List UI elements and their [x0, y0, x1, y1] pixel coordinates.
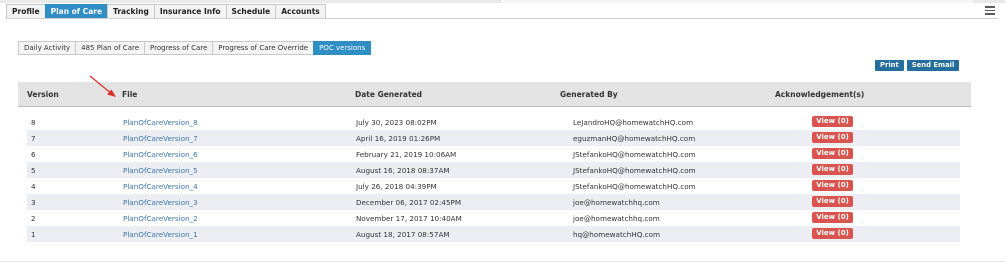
generated-by-cell: LeJandroHQ@homewatchHQ.com [573, 118, 694, 127]
file-link[interactable]: PlanOfCareVersion_5 [123, 166, 198, 175]
file-link[interactable]: PlanOfCareVersion_7 [123, 134, 198, 143]
version-cell: 2 [31, 214, 36, 223]
date-generated-cell: February 21, 2019 10:06AM [356, 150, 457, 159]
table-row: 7 PlanOfCareVersion_7 April 16, 2019 01:26… [27, 130, 960, 146]
view-acknowledgements-button[interactable]: View (0) [812, 164, 853, 175]
header-file: File [122, 90, 138, 99]
version-cell: 7 [31, 134, 36, 143]
table-header: Version File Date Generated Generated By… [18, 82, 971, 107]
generated-by-cell: joe@homewatchhq.com [573, 198, 660, 207]
table-row: 5 PlanOfCareVersion_5 August 16, 2018 08:3… [27, 162, 960, 178]
hamburger-menu-icon[interactable] [985, 6, 995, 15]
version-cell: 8 [31, 118, 36, 127]
table-row: 2 PlanOfCareVersion_2 November 17, 2017 10… [27, 210, 960, 226]
tab-profile[interactable]: Profile [6, 4, 45, 19]
generated-by-cell: joe@homewatchhq.com [573, 214, 660, 223]
file-link[interactable]: PlanOfCareVersion_2 [123, 214, 198, 223]
table-body: 8 PlanOfCareVersion_8 July 30, 2023 08:02P… [27, 114, 960, 242]
view-acknowledgements-button[interactable]: View (0) [812, 228, 853, 239]
date-generated-cell: August 18, 2017 08:57AM [356, 230, 450, 239]
generated-by-cell: eguzmanHQ@homewatchHQ.com [573, 134, 696, 143]
version-cell: 4 [31, 182, 36, 191]
version-cell: 5 [31, 166, 36, 175]
poc-versions-table: Version File Date Generated Generated By… [18, 82, 971, 242]
main-tabs: Profile Plan of Care Tracking Insurance … [6, 4, 326, 19]
table-row: 4 PlanOfCareVersion_4 July 26, 2018 04:39P… [27, 178, 960, 194]
subtab-poc-versions[interactable]: POC versions [313, 41, 372, 55]
bottom-divider [0, 261, 1005, 262]
tab-insurance-info[interactable]: Insurance Info [153, 4, 226, 19]
sub-tabs: Daily Activity 485 Plan of Care Progress… [18, 41, 372, 55]
date-generated-cell: July 26, 2018 04:39PM [356, 182, 437, 191]
file-link[interactable]: PlanOfCareVersion_3 [123, 198, 198, 207]
subtab-progress-of-care[interactable]: Progress of Care [144, 41, 213, 55]
generated-by-cell: JStefankoHQ@homewatchHQ.com [573, 166, 696, 175]
version-cell: 6 [31, 150, 36, 159]
view-acknowledgements-button[interactable]: View (0) [812, 196, 853, 207]
tab-plan-of-care[interactable]: Plan of Care [44, 4, 108, 19]
version-cell: 3 [31, 198, 36, 207]
version-cell: 1 [31, 230, 36, 239]
top-strip [0, 0, 1005, 3]
red-arrow-icon [89, 75, 116, 97]
header-version: Version [27, 90, 59, 99]
view-acknowledgements-button[interactable]: View (0) [812, 148, 853, 159]
view-acknowledgements-button[interactable]: View (0) [812, 132, 853, 143]
header-generated-by: Generated By [560, 90, 618, 99]
date-generated-cell: December 06, 2017 02:45PM [356, 198, 462, 207]
view-acknowledgements-button[interactable]: View (0) [812, 180, 853, 191]
table-row: 8 PlanOfCareVersion_8 July 30, 2023 08:02P… [27, 114, 960, 130]
view-acknowledgements-button[interactable]: View (0) [812, 116, 853, 127]
tab-tracking[interactable]: Tracking [107, 4, 154, 19]
date-generated-cell: November 17, 2017 10:40AM [356, 214, 462, 223]
tab-accounts[interactable]: Accounts [275, 4, 326, 19]
action-buttons: Print Send Email [875, 60, 960, 71]
top-strip-panel [500, 0, 973, 3]
header-acknowledgements: Acknowledgement(s) [775, 90, 865, 99]
subtab-progress-of-care-override[interactable]: Progress of Care Override [212, 41, 314, 55]
generated-by-cell: JStefankoHQ@homewatchHQ.com [573, 150, 696, 159]
subtab-485-plan-of-care[interactable]: 485 Plan of Care [75, 41, 145, 55]
generated-by-cell: hq@homewatchHQ.com [573, 230, 660, 239]
file-link[interactable]: PlanOfCareVersion_6 [123, 150, 198, 159]
file-link[interactable]: PlanOfCareVersion_4 [123, 182, 198, 191]
tabs-divider [6, 18, 998, 19]
view-acknowledgements-button[interactable]: View (0) [812, 212, 853, 223]
subtab-daily-activity[interactable]: Daily Activity [18, 41, 76, 55]
table-row: 1 PlanOfCareVersion_1 August 18, 2017 08:5… [27, 226, 960, 242]
header-date-generated: Date Generated [355, 90, 423, 99]
table-row: 6 PlanOfCareVersion_6 February 21, 2019 10… [27, 146, 960, 162]
date-generated-cell: August 16, 2018 08:37AM [356, 166, 450, 175]
file-link[interactable]: PlanOfCareVersion_1 [123, 230, 198, 239]
generated-by-cell: JStefankoHQ@homewatchHQ.com [573, 182, 696, 191]
file-link[interactable]: PlanOfCareVersion_8 [123, 118, 198, 127]
print-button[interactable]: Print [875, 60, 904, 71]
table-row: 3 PlanOfCareVersion_3 December 06, 2017 02… [27, 194, 960, 210]
tab-schedule[interactable]: Schedule [225, 4, 276, 19]
date-generated-cell: July 30, 2023 08:02PM [356, 118, 437, 127]
send-email-button[interactable]: Send Email [906, 60, 960, 71]
date-generated-cell: April 16, 2019 01:26PM [356, 134, 441, 143]
